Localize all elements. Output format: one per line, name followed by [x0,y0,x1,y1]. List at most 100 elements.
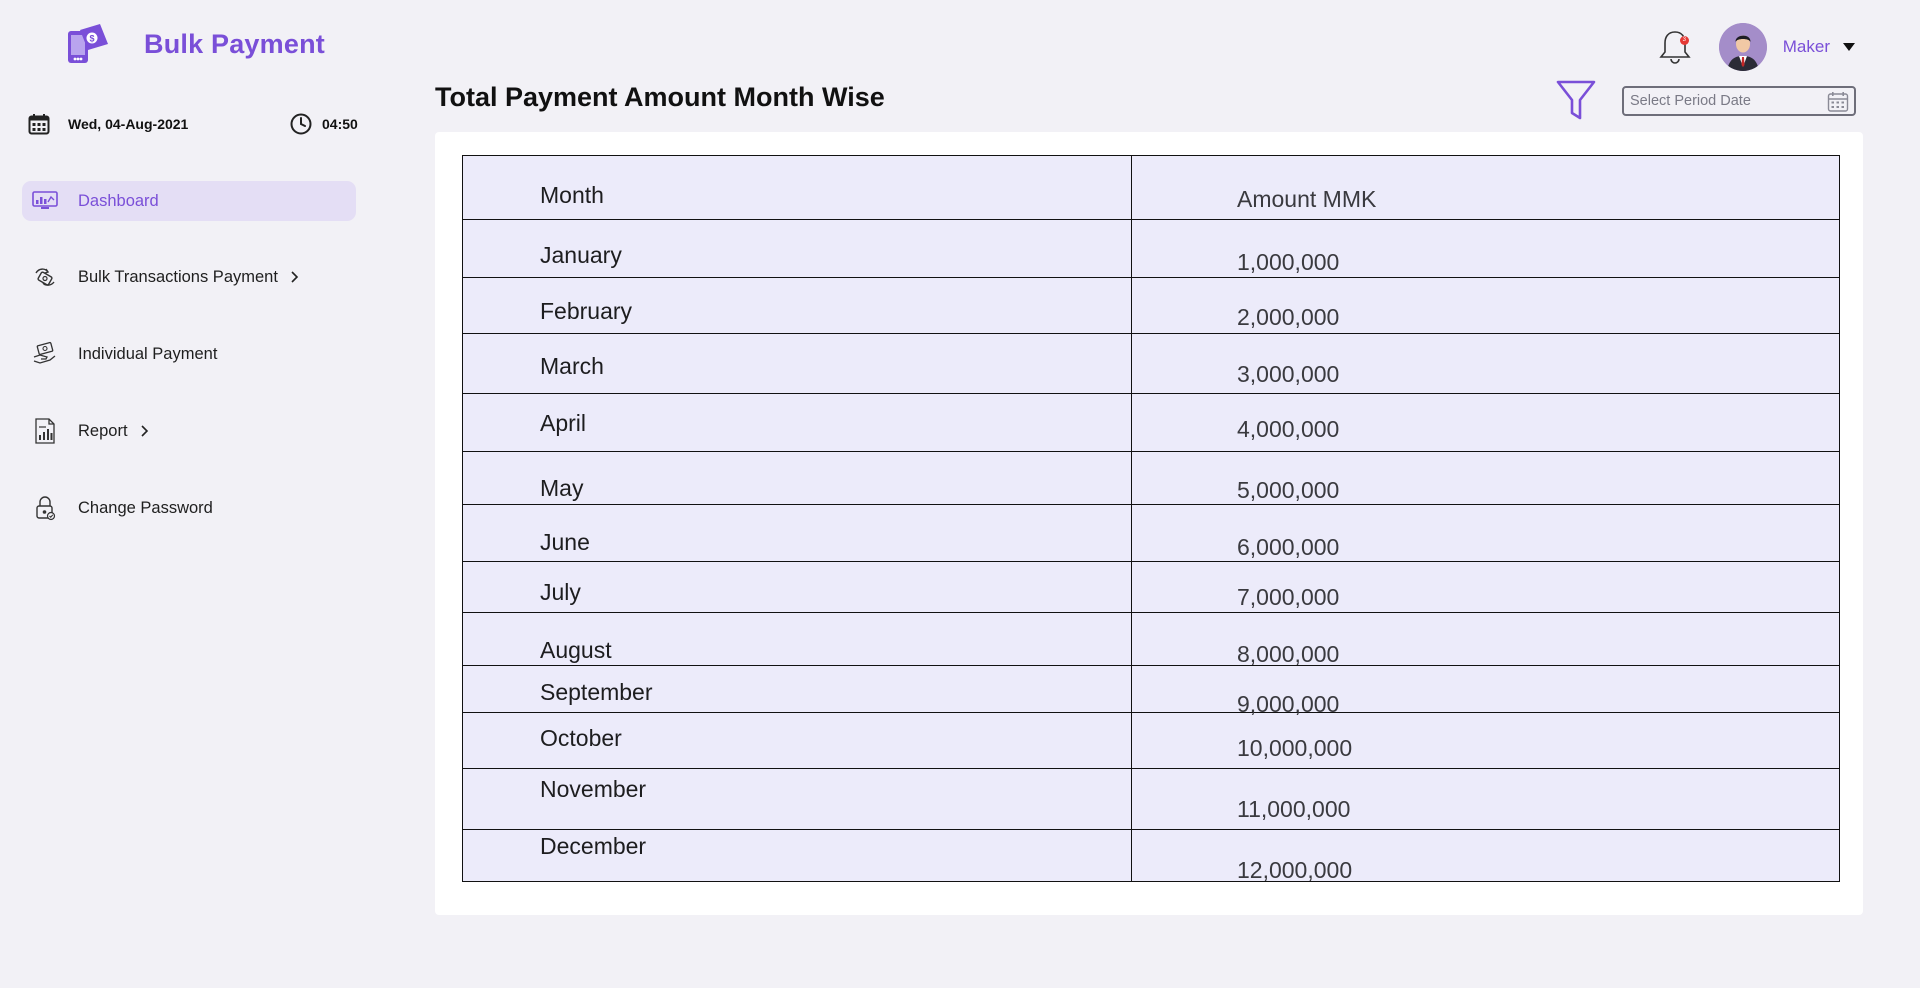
amount-cell: 7,000,000 [1132,562,1839,612]
clock-icon [290,113,312,135]
table-row[interactable]: July 7,000,000 [463,562,1839,613]
month-name: August [540,637,612,663]
caret-down-icon[interactable] [1842,42,1856,52]
notification-badge: 3 [1679,36,1689,45]
month-cell: October [463,713,1132,768]
month-cell: March [463,334,1132,393]
month-name: March [540,353,604,379]
month-cell: August [463,613,1132,665]
amount-value: 8,000,000 [1237,641,1340,667]
sidebar-item-label: Individual Payment [78,344,218,363]
bell-icon [1659,31,1691,64]
table-body: January 1,000,000 February 2,000,000 March 3,… [463,220,1839,883]
period-date-field[interactable] [1622,86,1856,116]
page-title: Total Payment Amount Month Wise [435,82,885,112]
month-cell: November [463,769,1132,829]
sidebar-item-change-password[interactable]: Change Password [22,488,356,528]
amount-cell: 11,000,000 [1132,769,1839,829]
date-display: Wed, 04-Aug-2021 [28,113,188,135]
month-name: July [540,579,581,605]
sidebar-item-label: Report [78,421,128,440]
top-bar: 3 Maker [1657,22,1856,72]
chevron-right-icon [291,271,299,283]
amount-value: 2,000,000 [1237,304,1340,330]
column-header-amount[interactable]: Amount MMK [1132,156,1839,219]
monthly-amount-table: Month Amount MMK January 1,000,000 Februar… [462,155,1840,883]
table-row[interactable]: January 1,000,000 [463,220,1839,278]
month-cell: April [463,394,1132,451]
calendar-icon [28,114,50,135]
month-cell: September [463,666,1132,712]
dashboard-chart-icon [32,188,58,214]
table-header-row: Month Amount MMK [463,156,1839,220]
sidebar-item-label: Change Password [78,498,213,517]
amount-value: 5,000,000 [1237,477,1340,503]
month-name: April [540,410,587,436]
wallet-phone-logo-icon: $ [68,24,108,63]
amount-value: 10,000,000 [1237,735,1353,761]
table-row[interactable]: November 11,000,000 [463,769,1839,830]
table-row[interactable]: May 5,000,000 [463,452,1839,505]
amount-cell: 2,000,000 [1132,278,1839,333]
month-cell: June [463,505,1132,561]
user-avatar-icon [1718,23,1767,71]
time-display: 04:50 [290,113,358,135]
report-chart-icon [32,418,58,444]
app-root: $ Bulk Payment Wed, 04-Aug-2021 04:50 Da… [0,0,1920,988]
money-transfer-icon [32,264,58,290]
report-card: Month Amount MMK January 1,000,000 Februar… [435,132,1863,915]
sidebar-item-individual-payment[interactable]: Individual Payment [22,334,356,374]
sidebar-item-label: Dashboard [78,191,159,210]
table-row[interactable]: October 10,000,000 [463,713,1839,769]
brand[interactable]: $ Bulk Payment [66,20,325,68]
month-name: May [540,475,584,501]
table-row[interactable]: September 9,000,000 [463,666,1839,717]
amount-value: 7,000,000 [1237,584,1340,610]
column-header-label: Month [540,182,604,208]
column-header-label: Amount MMK [1237,186,1377,212]
filter-icon[interactable] [1556,80,1596,122]
sidebar-nav: Dashboard Bulk Transactions Payment Indi… [22,181,356,528]
table-row[interactable]: April 4,000,000 [463,394,1839,452]
lock-icon [32,495,58,521]
current-time: 04:50 [322,116,358,132]
sidebar-item-bulk-transactions-payment[interactable]: Bulk Transactions Payment [22,257,356,297]
column-header-month[interactable]: Month [463,156,1132,219]
avatar[interactable] [1718,23,1767,71]
hand-money-icon [32,341,58,367]
month-name: January [540,242,622,268]
notification-button[interactable]: 3 [1657,27,1693,67]
amount-value: 11,000,000 [1237,796,1351,822]
table-row[interactable]: August 8,000,000 [463,613,1839,667]
table-row[interactable]: March 3,000,000 [463,334,1839,394]
user-name[interactable]: Maker [1783,37,1830,57]
month-name: November [540,776,647,802]
amount-cell: 1,000,000 [1132,220,1839,277]
period-date-input[interactable] [1624,93,1814,109]
month-name: September [540,679,653,705]
month-cell: July [463,562,1132,612]
table-row[interactable]: February 2,000,000 [463,278,1839,334]
table-row[interactable]: June 6,000,000 [463,505,1839,562]
month-name: February [540,298,633,324]
amount-value: 1,000,000 [1237,249,1340,275]
table-row[interactable]: December 12,000,000 [463,830,1839,883]
sidebar-item-report[interactable]: Report [22,411,356,451]
amount-cell: 3,000,000 [1132,334,1839,393]
month-cell: January [463,220,1132,277]
amount-cell: 8,000,000 [1132,613,1839,667]
sidebar-item-dashboard[interactable]: Dashboard [22,181,356,221]
calendar-picker-icon[interactable] [1827,91,1849,113]
amount-cell: 6,000,000 [1132,505,1839,561]
month-cell: February [463,278,1132,333]
svg-text:$: $ [89,34,94,44]
amount-cell: 4,000,000 [1132,394,1839,451]
amount-cell: 5,000,000 [1132,452,1839,504]
month-name: December [540,833,647,859]
amount-cell: 12,000,000 [1132,830,1839,883]
amount-value: 3,000,000 [1237,361,1340,387]
amount-value: 6,000,000 [1237,534,1340,560]
month-cell: December [463,830,1132,882]
datetime-bar: Wed, 04-Aug-2021 04:50 [28,112,360,136]
month-cell: May [463,452,1132,504]
